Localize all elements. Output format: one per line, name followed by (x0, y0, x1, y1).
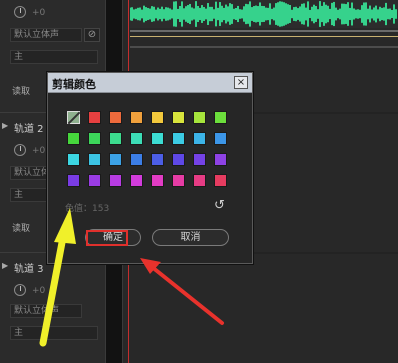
volume-knob[interactable] (14, 144, 26, 156)
color-swatch[interactable] (88, 174, 101, 187)
cancel-button[interactable]: 取消 (152, 229, 229, 246)
color-swatch[interactable] (109, 132, 122, 145)
color-swatch[interactable] (151, 174, 164, 187)
color-swatch[interactable] (214, 174, 227, 187)
color-swatch[interactable] (88, 132, 101, 145)
color-swatch[interactable] (193, 153, 206, 166)
color-swatch[interactable] (130, 111, 143, 124)
output-field[interactable]: 主 (10, 50, 98, 64)
reset-icon[interactable]: ↺ (214, 198, 225, 213)
color-swatch[interactable] (214, 132, 227, 145)
track-name[interactable]: 轨道 3 (14, 260, 44, 275)
waveform (130, 1, 397, 27)
color-swatch[interactable] (67, 132, 80, 145)
color-swatch[interactable] (88, 111, 101, 124)
color-swatch[interactable] (172, 132, 185, 145)
color-swatch[interactable] (109, 111, 122, 124)
color-swatch[interactable] (109, 174, 122, 187)
color-swatch[interactable] (88, 153, 101, 166)
color-swatch[interactable] (172, 174, 185, 187)
volume-value: +0 (32, 286, 46, 296)
circle-slash-icon[interactable]: ⊘ (84, 28, 100, 42)
color-swatch-grid (67, 111, 227, 187)
track-name[interactable]: 轨道 2 (14, 120, 44, 135)
color-swatch[interactable] (130, 153, 143, 166)
volume-value: +0 (32, 146, 46, 156)
dialog-title: 剪辑颜色 (52, 78, 96, 91)
color-swatch[interactable] (214, 153, 227, 166)
clip-color-dialog: 剪辑颜色 × 色值：153 ↺ 确定 取消 (47, 72, 253, 264)
expand-icon[interactable]: ▶ (2, 261, 8, 270)
color-swatch[interactable] (172, 111, 185, 124)
close-button[interactable]: × (234, 76, 248, 89)
track-3-lane[interactable] (123, 254, 398, 363)
color-swatch[interactable] (130, 174, 143, 187)
volume-knob[interactable] (14, 6, 26, 18)
color-swatch[interactable] (151, 153, 164, 166)
color-swatch[interactable] (193, 132, 206, 145)
clip-border (130, 46, 398, 48)
automation-read-button[interactable]: 读取 (8, 85, 30, 99)
color-swatch[interactable] (67, 174, 80, 187)
color-swatch[interactable] (67, 153, 80, 166)
volume-value: +0 (32, 8, 46, 18)
clip-border (130, 30, 398, 32)
track-3-header: ▶ 轨道 3 +0 默认立体声 主 (0, 254, 105, 363)
color-swatch[interactable] (151, 111, 164, 124)
color-swatch[interactable] (193, 174, 206, 187)
automation-read-button[interactable]: 读取 (8, 222, 30, 236)
dialog-titlebar[interactable]: 剪辑颜色 × (48, 73, 252, 93)
color-swatch[interactable] (130, 132, 143, 145)
ok-highlight-box (86, 230, 128, 246)
clip-volume-line (130, 36, 398, 37)
color-swatch[interactable] (151, 132, 164, 145)
color-swatch[interactable] (109, 153, 122, 166)
expand-icon[interactable]: ▶ (2, 121, 8, 130)
color-swatch[interactable] (193, 111, 206, 124)
volume-knob[interactable] (14, 284, 26, 296)
color-swatch[interactable] (214, 111, 227, 124)
input-field[interactable]: 默认立体声 (10, 304, 82, 318)
audio-editor: +0 默认立体声 ⊘ 主 读取 ▶ 轨道 2 +0 默认立体声 主 读取 ▶ 轨… (0, 0, 398, 363)
audio-clip-waveform[interactable] (130, 0, 398, 28)
input-field[interactable]: 默认立体声 (10, 28, 82, 42)
no-color-swatch[interactable] (67, 111, 80, 124)
color-swatch[interactable] (172, 153, 185, 166)
output-field[interactable]: 主 (10, 326, 98, 340)
color-value-label: 色值：153 (65, 204, 110, 214)
